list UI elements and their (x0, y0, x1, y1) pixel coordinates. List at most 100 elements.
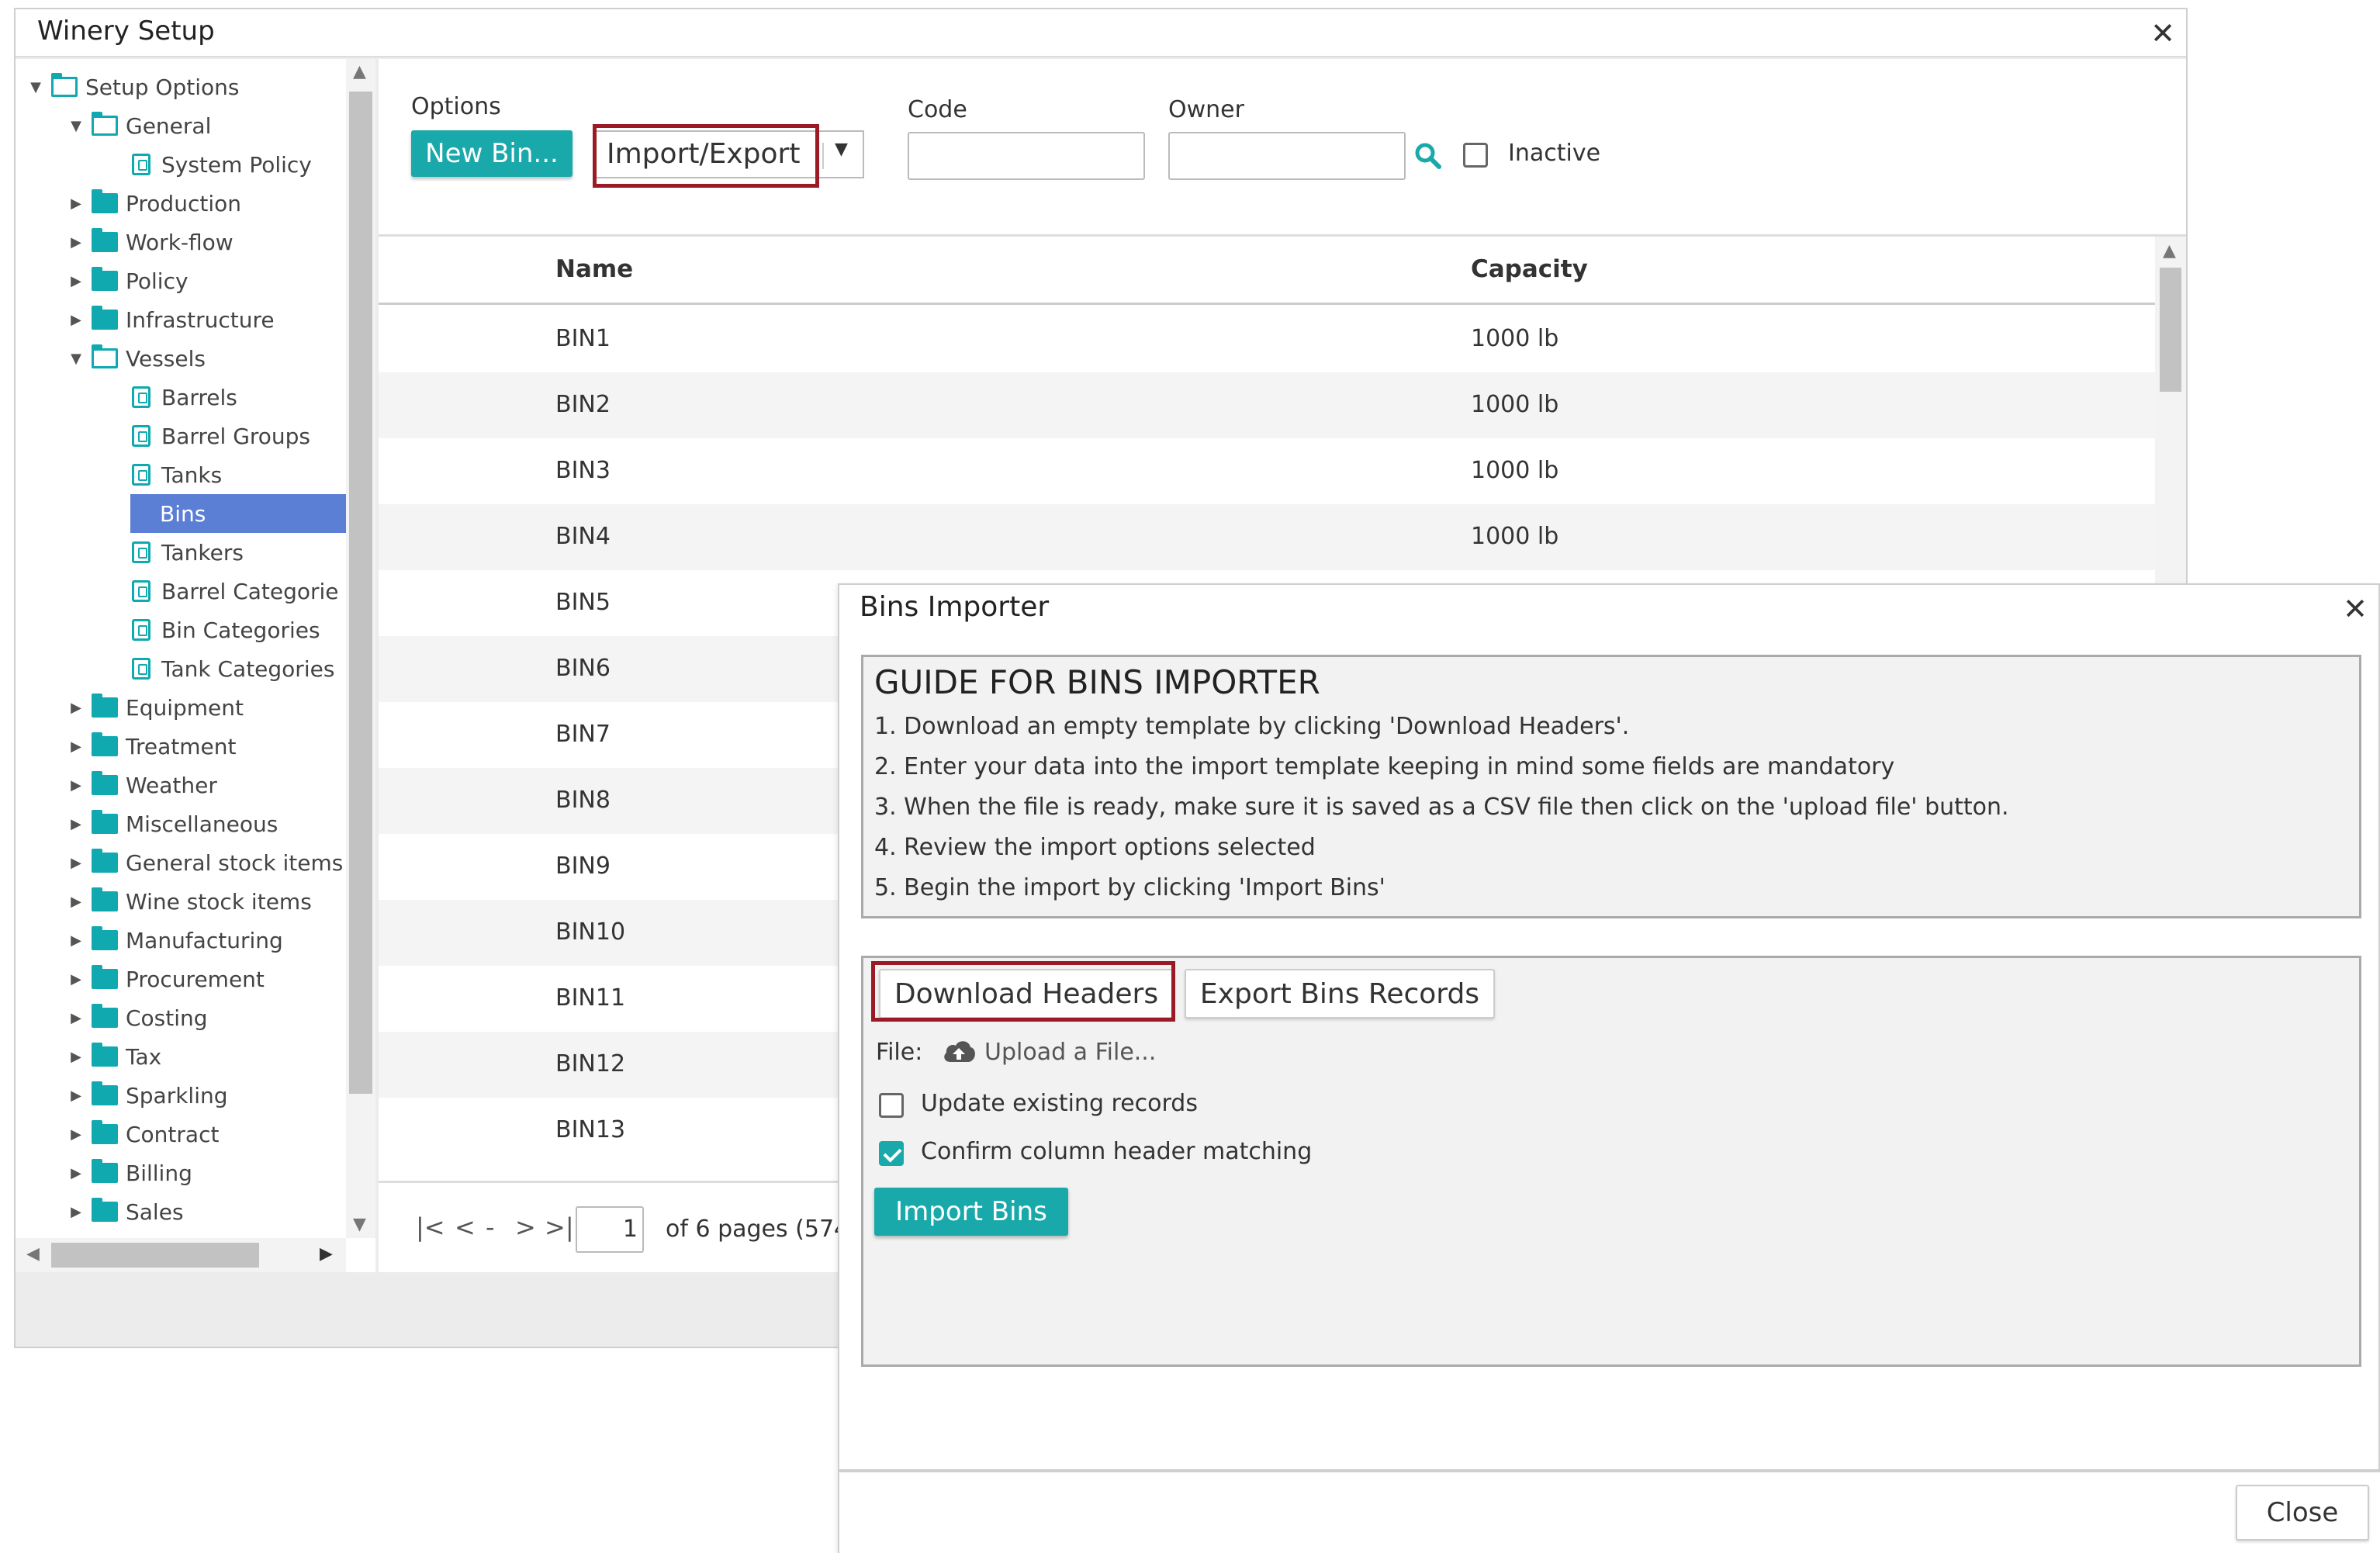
collapse-arrow-icon[interactable]: ▶ (68, 1088, 84, 1104)
grid-header: Name Capacity (379, 237, 2155, 305)
tree-item[interactable]: Barrels (109, 378, 237, 417)
tree-item[interactable]: Tanks (109, 455, 222, 494)
collapse-arrow-icon[interactable]: ▶ (68, 932, 84, 949)
inactive-checkbox[interactable] (1463, 143, 1488, 168)
table-row[interactable]: BIN4 1000 lb (379, 504, 2155, 570)
import-bins-button[interactable]: Import Bins (874, 1188, 1068, 1236)
tree-item[interactable]: ▶ Contract (68, 1115, 219, 1154)
tree-item[interactable]: ▶ Work-flow (68, 223, 234, 261)
tree-vertical-scrollbar[interactable]: ▲ ▼ (346, 59, 375, 1238)
tree-item[interactable]: Tank Categories (109, 649, 334, 688)
search-icon[interactable] (1413, 141, 1443, 171)
code-input[interactable] (908, 132, 1145, 180)
collapse-arrow-icon[interactable]: ▶ (68, 273, 84, 289)
collapse-arrow-icon[interactable]: ▶ (68, 312, 84, 328)
tree-horizontal-scrollbar[interactable]: ◀ ▶ (16, 1238, 346, 1272)
expand-arrow-icon[interactable]: ▼ (68, 118, 84, 134)
update-existing-checkbox[interactable] (879, 1093, 904, 1118)
cell-name: BIN10 (555, 918, 626, 946)
collapse-arrow-icon[interactable]: ▶ (68, 1049, 84, 1065)
tree-item[interactable]: ▶ Sparkling (68, 1076, 228, 1115)
document-icon (132, 464, 150, 486)
last-page-icon[interactable]: >| (545, 1212, 574, 1242)
scroll-thumb[interactable] (2160, 268, 2181, 392)
table-row[interactable]: BIN2 1000 lb (379, 372, 2155, 438)
close-icon[interactable]: ✕ (2343, 594, 2368, 624)
tree-item[interactable]: ▶ Tax (68, 1037, 161, 1076)
tree-item[interactable]: ▶ Manufacturing (68, 921, 283, 960)
collapse-arrow-icon[interactable]: ▶ (68, 1204, 84, 1220)
table-row[interactable]: BIN1 1000 lb (379, 306, 2155, 372)
tree-item[interactable]: ▶ Billing (68, 1154, 192, 1192)
collapse-arrow-icon[interactable]: ▶ (68, 855, 84, 871)
confirm-header-checkbox[interactable] (879, 1141, 904, 1166)
first-page-icon[interactable]: |< (416, 1212, 445, 1242)
guide-title: GUIDE FOR BINS IMPORTER (874, 663, 1320, 701)
tree-item[interactable]: ▶ Equipment (68, 688, 244, 727)
tree-item[interactable]: System Policy (109, 145, 312, 184)
collapse-arrow-icon[interactable]: ▶ (68, 1010, 84, 1026)
folder-icon (92, 1004, 118, 1028)
collapse-arrow-icon[interactable]: ▶ (68, 1126, 84, 1143)
table-row[interactable]: BIN3 1000 lb (379, 438, 2155, 504)
collapse-arrow-icon[interactable]: ▶ (68, 971, 84, 987)
folder-icon (92, 1159, 118, 1183)
scroll-right-arrow-icon[interactable]: ▶ (320, 1244, 333, 1264)
tree-item-label: Miscellaneous (126, 811, 278, 837)
cloud-upload-icon[interactable] (941, 1037, 977, 1065)
tree-item[interactable]: Barrel Groups (109, 417, 310, 455)
tree-item[interactable]: ▼ Vessels (68, 339, 206, 378)
tree-item[interactable]: ▶ Procurement (68, 960, 265, 998)
collapse-arrow-icon[interactable]: ▶ (68, 234, 84, 251)
tree-item[interactable]: ▼ Setup Options (28, 67, 239, 106)
collapse-arrow-icon[interactable]: ▶ (68, 1165, 84, 1181)
tree-item[interactable]: ▶ General stock items (68, 843, 343, 882)
close-button[interactable]: Close (2236, 1485, 2369, 1541)
close-icon[interactable]: ✕ (2150, 19, 2175, 48)
tree-item[interactable]: ▶ Treatment (68, 727, 236, 766)
page-number-input[interactable]: 1 (576, 1206, 644, 1253)
next-page-icon[interactable]: > (515, 1212, 536, 1242)
tree-item[interactable]: Bins (130, 494, 346, 533)
chevron-down-icon[interactable]: ▼ (835, 140, 848, 159)
tree-item[interactable]: ▶ Policy (68, 261, 189, 300)
new-bin-button[interactable]: New Bin... (411, 130, 573, 177)
options-label: Options (411, 93, 501, 120)
collapse-arrow-icon[interactable]: ▶ (68, 195, 84, 212)
guide-step: 5. Begin the import by clicking 'Import … (874, 874, 1385, 901)
pager-separator: - (486, 1212, 495, 1242)
collapse-arrow-icon[interactable]: ▶ (68, 738, 84, 755)
collapse-arrow-icon[interactable]: ▶ (68, 894, 84, 910)
owner-input[interactable] (1168, 132, 1406, 180)
scroll-down-arrow-icon[interactable]: ▼ (353, 1215, 366, 1234)
collapse-arrow-icon[interactable]: ▶ (68, 816, 84, 832)
scroll-up-arrow-icon[interactable]: ▲ (353, 62, 366, 81)
tree-item-label: Billing (126, 1160, 192, 1186)
collapse-arrow-icon[interactable]: ▶ (68, 777, 84, 794)
collapse-arrow-icon[interactable]: ▶ (68, 700, 84, 716)
import-guide: GUIDE FOR BINS IMPORTER 1. Download an e… (861, 655, 2361, 918)
scroll-thumb[interactable] (51, 1243, 259, 1268)
tree-item[interactable]: ▶ Weather (68, 766, 217, 804)
tree-item[interactable]: ▼ General (68, 106, 211, 145)
tree-item[interactable]: ▶ Costing (68, 998, 208, 1037)
scroll-left-arrow-icon[interactable]: ◀ (26, 1244, 40, 1264)
tree-item[interactable]: ▶ Production (68, 184, 241, 223)
column-header-capacity[interactable]: Capacity (1471, 255, 1588, 283)
tree-item[interactable]: Tankers (109, 533, 244, 572)
expand-arrow-icon[interactable]: ▼ (28, 79, 43, 95)
scroll-up-arrow-icon[interactable]: ▲ (2163, 241, 2176, 261)
export-records-button[interactable]: Export Bins Records (1185, 969, 1495, 1019)
previous-page-icon[interactable]: < (455, 1212, 476, 1242)
tree-item[interactable]: Barrel Categorie (109, 572, 339, 610)
folder-icon (92, 965, 118, 989)
tree-item[interactable]: ▶ Miscellaneous (68, 804, 278, 843)
upload-file-link[interactable]: Upload a File... (984, 1039, 1156, 1066)
column-header-name[interactable]: Name (555, 255, 633, 283)
tree-item[interactable]: Bin Categories (109, 610, 320, 649)
expand-arrow-icon[interactable]: ▼ (68, 351, 84, 367)
tree-item[interactable]: ▶ Sales (68, 1192, 184, 1231)
tree-item[interactable]: ▶ Infrastructure (68, 300, 275, 339)
tree-item[interactable]: ▶ Wine stock items (68, 882, 312, 921)
scroll-thumb[interactable] (349, 92, 372, 1094)
